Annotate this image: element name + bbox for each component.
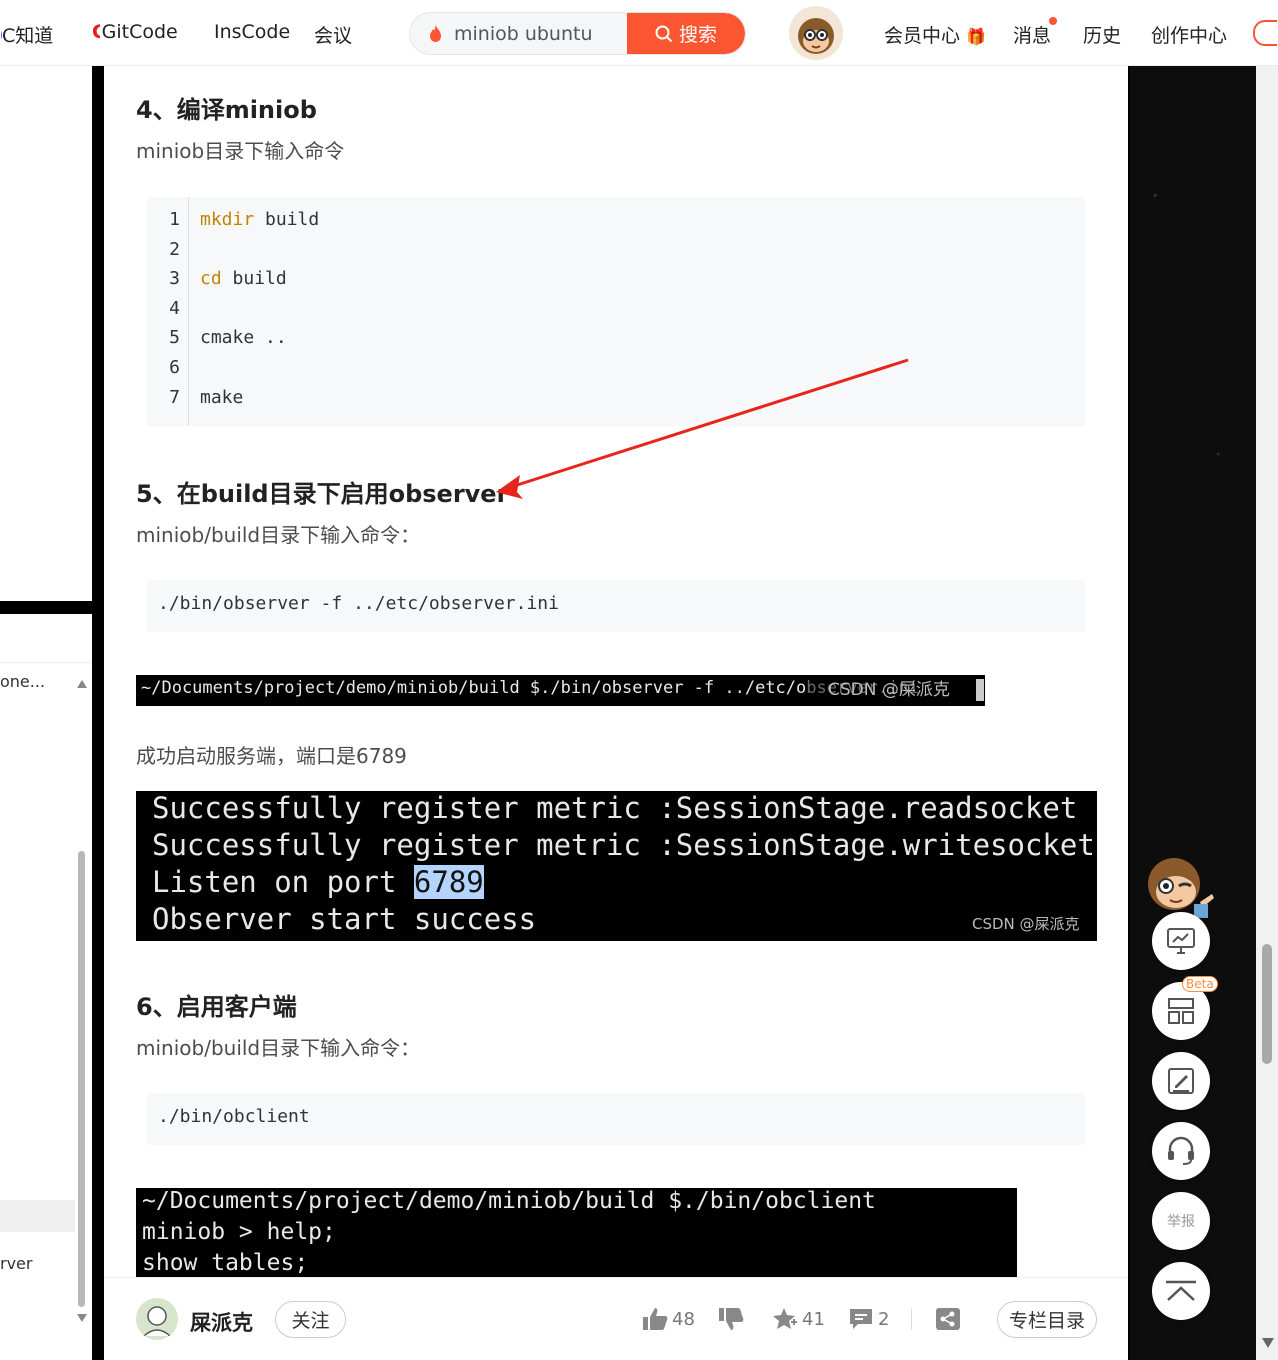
nav-cknow[interactable]: CC知道 [0,21,54,48]
back-to-top-icon [1166,1280,1196,1301]
watermark: CSDN @屎派克 [972,915,1080,933]
code-block-client[interactable]: ./bin/obclient [146,1093,1086,1145]
red-annotation-arrow-icon [496,358,909,499]
sidebar-item-active[interactable] [0,1200,75,1232]
sidebar-item-truncated[interactable]: one... [0,672,45,691]
sidebar-author-card [0,66,92,601]
port-highlight: 6789 [413,865,484,899]
gift-icon: 🎁 [966,27,986,46]
like-count: 48 [672,1308,695,1330]
like-button[interactable]: 48 [642,1307,695,1331]
page-scroll-down-icon[interactable] [1262,1338,1274,1348]
scroll-down-arrow-icon[interactable] [77,1314,87,1322]
share-button[interactable] [935,1307,961,1331]
watermark: CSDN @屎派克 [828,680,950,700]
sidebar-item-observer[interactable]: rver [0,1254,32,1273]
terminal-line: ~/Documents/project/demo/miniob/build $.… [141,678,919,698]
comment-count: 2 [878,1308,890,1330]
section-desc-client: miniob/build目录下输入命令： [136,1036,421,1060]
beta-badge: Beta [1182,976,1218,992]
terminal-screenshot-output: Successfully register metric :SessionSta… [136,791,1097,941]
author-name[interactable]: 屎派克 [190,1307,253,1337]
share-icon [936,1308,960,1330]
layout-switch-icon [1168,998,1194,1024]
section-title-client: 6、启用客户端 [136,993,297,1021]
terminal-line: miniob > help; [142,1219,336,1245]
nav-meeting[interactable]: 会议 [314,21,352,48]
terminal-line: Observer start success [152,902,537,936]
back-to-top-button[interactable] [1152,1262,1210,1320]
search-icon [655,25,673,42]
star-favorite-icon [773,1308,797,1329]
tool-report[interactable]: 举报 [1152,1192,1210,1250]
nav-gitcode[interactable]: G GitCode [92,21,178,43]
top-navbar: CC知道 G GitCode InsCode 会议 搜索 会员中心 🎁 消息 历… [0,0,1278,66]
nav-messages[interactable]: 消息 [1013,21,1051,48]
nav-creator-center[interactable]: 创作中心 [1151,21,1227,48]
terminal-line: Successfully register metric :SessionSta… [152,791,1078,825]
tool-edit[interactable] [1152,1052,1210,1110]
favorite-count: 41 [802,1308,825,1330]
edit-note-icon [1168,1068,1194,1094]
author-avatar-icon [136,1298,178,1340]
follow-button[interactable]: 关注 [275,1301,346,1338]
publish-button-edge[interactable] [1253,20,1277,46]
search-box: 搜索 [409,12,746,55]
terminal-screenshot-observer: ~/Documents/project/demo/miniob/build $.… [136,675,985,706]
terminal-line: ~/Documents/project/demo/miniob/build $.… [142,1188,876,1214]
search-button[interactable]: 搜索 [627,13,745,54]
nav-inscode[interactable]: InsCode [214,21,290,43]
article-content: 4、编译miniob miniob目录下输入命令 1 mkdir build 2 3 c… [104,66,1128,1360]
terminal-line: Successfully register metric :SessionSta… [152,828,1095,862]
page-scrollbar-track[interactable] [1256,66,1278,1360]
message-unread-dot [1049,17,1057,25]
author-avatar[interactable] [136,1298,178,1340]
sidebar-scrollbar[interactable] [78,851,85,1307]
column-toc-button[interactable]: 专栏目录 [997,1301,1097,1338]
search-button-label: 搜索 [678,24,717,46]
nav-vip-center[interactable]: 会员中心 🎁 [884,21,986,48]
terminal-line: Listen on port 6789 [152,865,484,899]
monkey-avatar-icon [789,6,843,60]
dislike-button[interactable] [718,1307,744,1331]
thumbs-down-icon [719,1308,744,1330]
hot-flame-icon [430,25,441,42]
terminal-line: show tables; [142,1250,309,1276]
sidebar-divider [0,662,92,663]
article-toolbar: 屎派克 关注 48 41 2 专栏目录 [104,1277,1128,1360]
toolbar-divider [911,1308,912,1330]
favorite-button[interactable]: 41 [772,1307,825,1331]
code-line: ./bin/obclient [158,1106,310,1127]
tool-trend[interactable] [1152,912,1210,970]
comment-icon [850,1309,872,1329]
search-input[interactable] [454,13,624,54]
comment-button[interactable]: 2 [848,1307,889,1331]
result-text: 成功启动服务端，端口是6789 [136,744,407,768]
headset-icon [1168,1136,1194,1165]
trend-chart-icon [1167,928,1195,954]
terminal-screenshot-client: ~/Documents/project/demo/miniob/build $.… [136,1188,1017,1288]
nav-history[interactable]: 历史 [1083,21,1121,48]
terminal-cursor [976,679,984,701]
page-scrollbar-thumb[interactable] [1262,944,1272,1064]
code-line: ./bin/observer -f ../etc/observer.ini [158,593,559,614]
tool-customer-service[interactable] [1152,1122,1210,1180]
code-block-observer[interactable]: ./bin/observer -f ../etc/observer.ini [146,580,1086,632]
thumbs-up-icon [643,1308,668,1330]
report-label: 举报 [1167,1214,1195,1230]
scroll-up-arrow-icon[interactable] [77,680,87,688]
user-avatar[interactable] [789,6,843,60]
